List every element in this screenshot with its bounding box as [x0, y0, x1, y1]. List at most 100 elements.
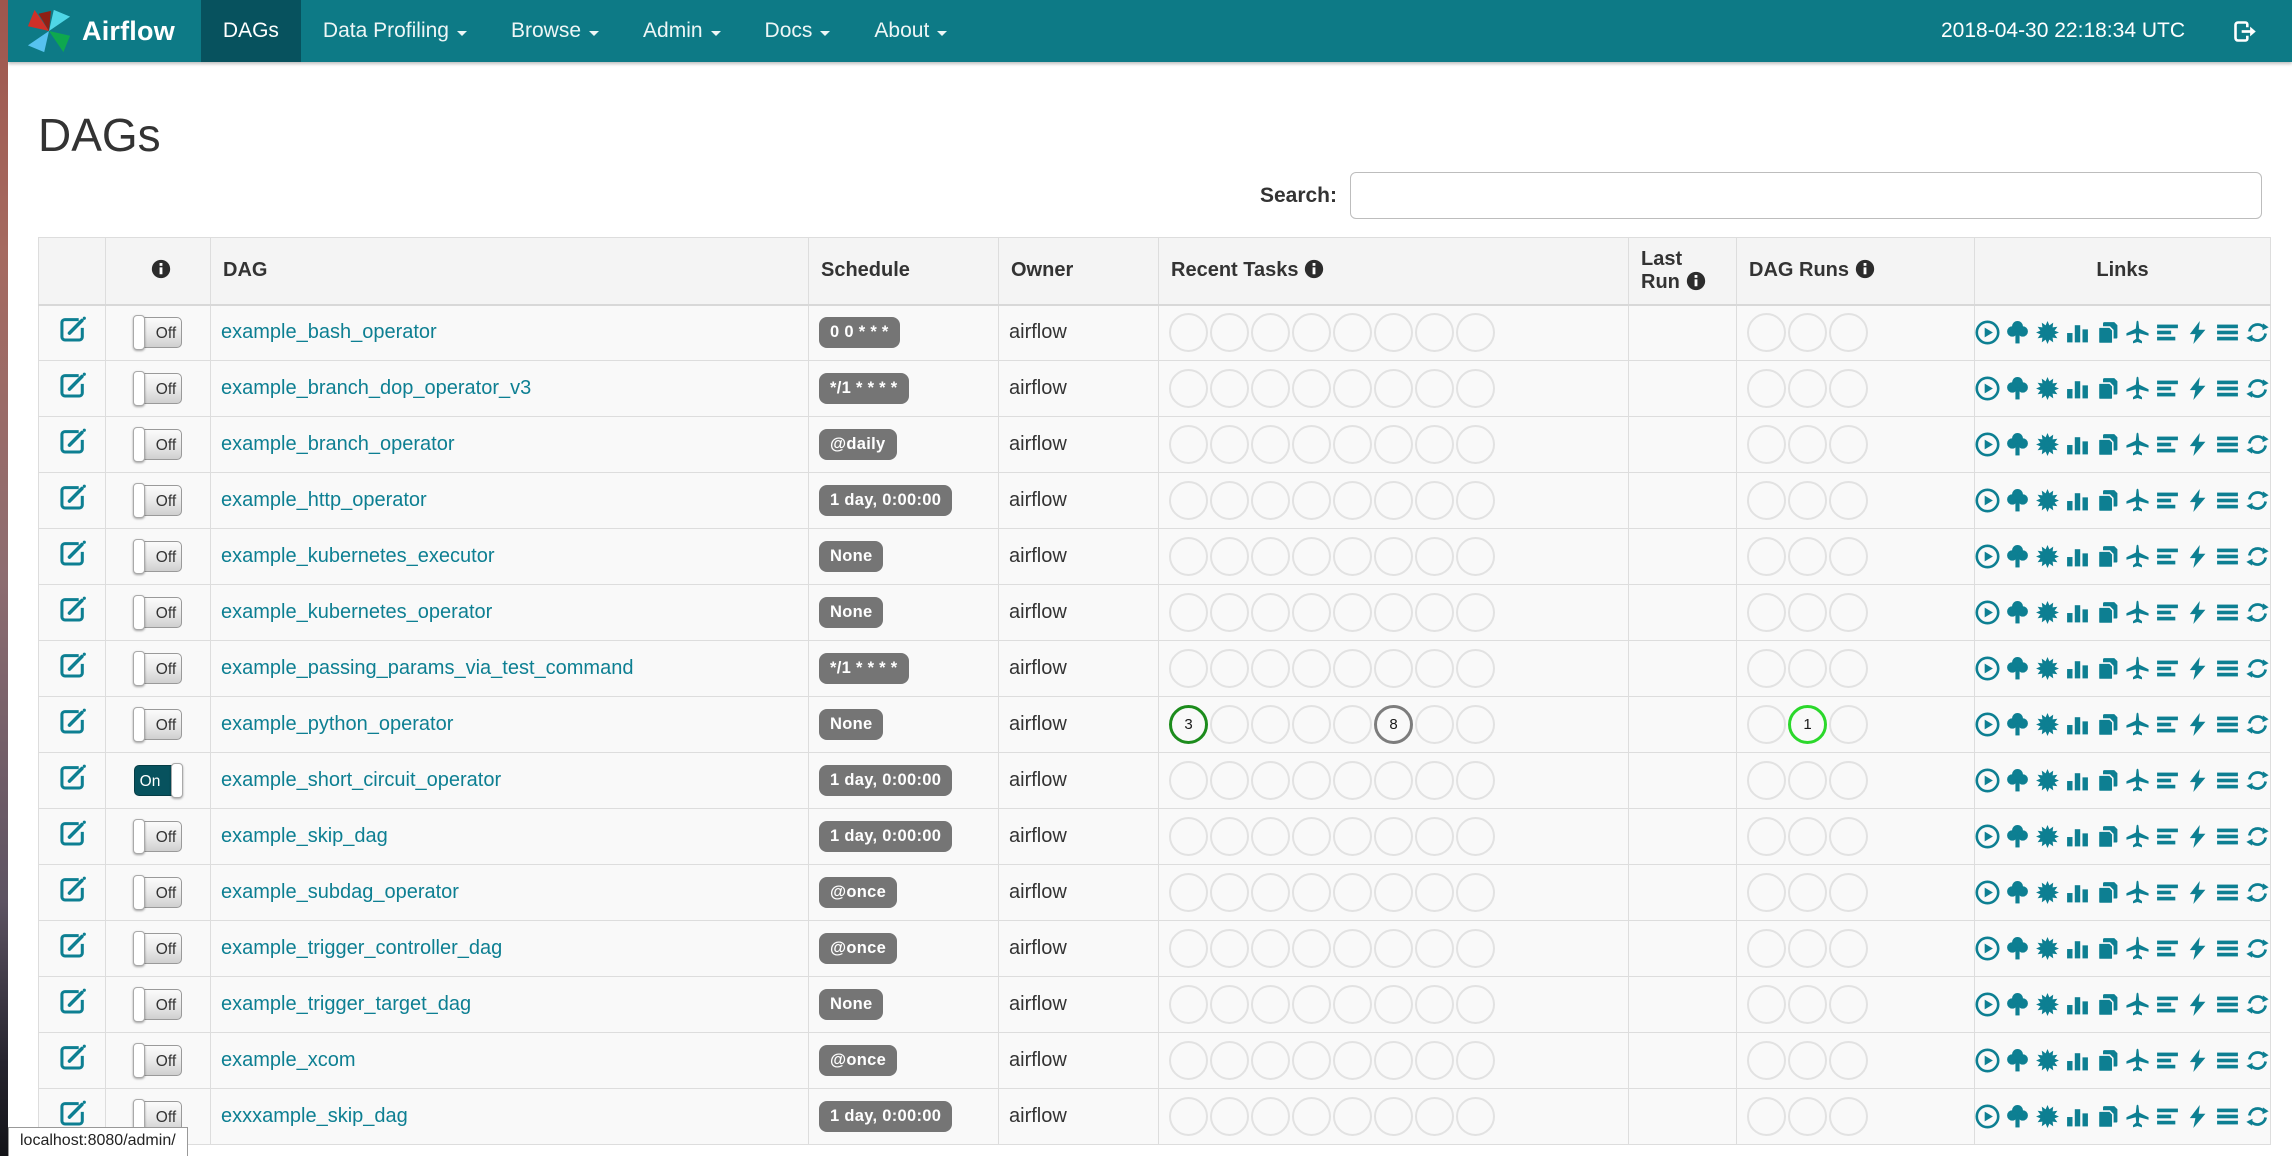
task-state-circle[interactable]: [1292, 761, 1331, 800]
play-circle-icon[interactable]: [1975, 1048, 2000, 1073]
schedule-badge[interactable]: None: [819, 597, 884, 628]
tree-icon[interactable]: [2005, 320, 2030, 345]
justify-icon[interactable]: [2215, 824, 2240, 849]
align-left-icon[interactable]: [2155, 432, 2180, 457]
schedule-badge[interactable]: @once: [819, 1045, 898, 1076]
align-left-icon[interactable]: [2155, 1048, 2180, 1073]
bolt-icon[interactable]: [2185, 320, 2210, 345]
search-input[interactable]: [1350, 172, 2262, 219]
task-state-circle[interactable]: [1251, 1097, 1290, 1136]
starburst-icon[interactable]: [2035, 600, 2060, 625]
plane-icon[interactable]: [2125, 1048, 2150, 1073]
starburst-icon[interactable]: [2035, 432, 2060, 457]
edit-dag-button[interactable]: [59, 820, 86, 847]
task-state-circle[interactable]: [1456, 593, 1495, 632]
task-state-circle[interactable]: [1292, 929, 1331, 968]
plane-icon[interactable]: [2125, 376, 2150, 401]
play-circle-icon[interactable]: [1975, 600, 2000, 625]
refresh-icon[interactable]: [2245, 376, 2270, 401]
starburst-icon[interactable]: [2035, 376, 2060, 401]
dag-pause-toggle[interactable]: Off: [133, 427, 182, 462]
edit-dag-button[interactable]: [59, 596, 86, 623]
dag-run-state-circle[interactable]: [1788, 817, 1827, 856]
dag-link[interactable]: example_http_operator: [221, 489, 427, 511]
bar-chart-icon[interactable]: [2065, 488, 2090, 513]
justify-icon[interactable]: [2215, 544, 2240, 569]
dag-run-state-circle[interactable]: [1829, 593, 1868, 632]
starburst-icon[interactable]: [2035, 488, 2060, 513]
task-state-circle[interactable]: [1374, 481, 1413, 520]
align-left-icon[interactable]: [2155, 544, 2180, 569]
nav-item-docs[interactable]: Docs: [743, 0, 853, 62]
task-state-circle[interactable]: [1251, 369, 1290, 408]
align-left-icon[interactable]: [2155, 376, 2180, 401]
task-state-circle[interactable]: [1415, 929, 1454, 968]
task-state-circle[interactable]: [1169, 929, 1208, 968]
copy-icon[interactable]: [2095, 600, 2120, 625]
task-state-circle[interactable]: [1169, 761, 1208, 800]
dag-pause-toggle[interactable]: Off: [133, 483, 182, 518]
task-state-circle[interactable]: [1415, 313, 1454, 353]
refresh-icon[interactable]: [2245, 1104, 2270, 1129]
nav-item-admin[interactable]: Admin: [621, 0, 743, 62]
task-state-circle[interactable]: [1415, 705, 1454, 744]
bolt-icon[interactable]: [2185, 936, 2210, 961]
dag-pause-toggle[interactable]: Off: [133, 371, 182, 406]
justify-icon[interactable]: [2215, 936, 2240, 961]
task-state-circle[interactable]: [1292, 369, 1331, 408]
task-state-circle[interactable]: [1374, 761, 1413, 800]
justify-icon[interactable]: [2215, 1048, 2240, 1073]
task-state-circle[interactable]: [1251, 985, 1290, 1024]
task-state-circle[interactable]: [1333, 649, 1372, 688]
task-state-circle[interactable]: [1333, 313, 1372, 353]
justify-icon[interactable]: [2215, 320, 2240, 345]
tree-icon[interactable]: [2005, 824, 2030, 849]
copy-icon[interactable]: [2095, 376, 2120, 401]
copy-icon[interactable]: [2095, 432, 2120, 457]
dag-run-state-circle[interactable]: [1747, 1041, 1786, 1080]
task-state-circle[interactable]: [1210, 425, 1249, 464]
task-state-circle[interactable]: [1210, 817, 1249, 856]
play-circle-icon[interactable]: [1975, 824, 2000, 849]
justify-icon[interactable]: [2215, 1104, 2240, 1129]
task-state-circle[interactable]: [1333, 481, 1372, 520]
dag-link[interactable]: example_bash_operator: [221, 321, 437, 343]
dag-link[interactable]: example_trigger_controller_dag: [221, 937, 502, 959]
plane-icon[interactable]: [2125, 600, 2150, 625]
edit-dag-button[interactable]: [59, 1044, 86, 1071]
justify-icon[interactable]: [2215, 768, 2240, 793]
task-state-circle[interactable]: [1374, 1097, 1413, 1136]
play-circle-icon[interactable]: [1975, 544, 2000, 569]
align-left-icon[interactable]: [2155, 824, 2180, 849]
task-state-circle[interactable]: [1333, 1041, 1372, 1080]
edit-dag-button[interactable]: [59, 540, 86, 567]
plane-icon[interactable]: [2125, 824, 2150, 849]
schedule-badge[interactable]: None: [819, 989, 884, 1020]
dag-run-state-circle[interactable]: [1788, 593, 1827, 632]
tree-icon[interactable]: [2005, 768, 2030, 793]
task-state-circle[interactable]: [1251, 481, 1290, 520]
dag-pause-toggle[interactable]: Off: [133, 315, 182, 351]
task-state-circle[interactable]: [1292, 481, 1331, 520]
task-state-circle[interactable]: [1210, 481, 1249, 520]
bar-chart-icon[interactable]: [2065, 1048, 2090, 1073]
task-state-circle[interactable]: [1169, 593, 1208, 632]
justify-icon[interactable]: [2215, 880, 2240, 905]
task-state-circle[interactable]: [1210, 873, 1249, 912]
task-state-circle[interactable]: [1292, 537, 1331, 576]
task-state-circle[interactable]: [1210, 929, 1249, 968]
dag-run-state-circle[interactable]: [1788, 873, 1827, 912]
copy-icon[interactable]: [2095, 320, 2120, 345]
task-state-circle[interactable]: [1251, 537, 1290, 576]
dag-run-state-circle[interactable]: [1747, 313, 1786, 353]
info-icon[interactable]: [151, 259, 171, 279]
schedule-badge[interactable]: None: [819, 709, 884, 740]
dag-link[interactable]: example_skip_dag: [221, 825, 388, 847]
tree-icon[interactable]: [2005, 936, 2030, 961]
task-state-circle[interactable]: [1169, 873, 1208, 912]
task-state-circle[interactable]: [1415, 873, 1454, 912]
dag-run-state-circle[interactable]: [1747, 425, 1786, 464]
align-left-icon[interactable]: [2155, 712, 2180, 737]
dag-link[interactable]: example_passing_params_via_test_command: [221, 657, 633, 679]
edit-dag-button[interactable]: [59, 428, 86, 455]
